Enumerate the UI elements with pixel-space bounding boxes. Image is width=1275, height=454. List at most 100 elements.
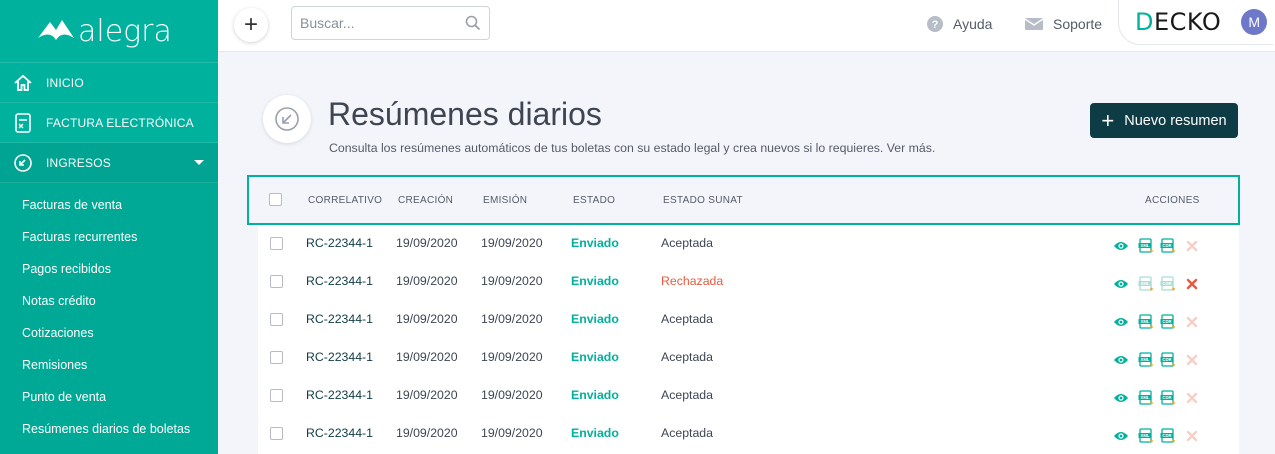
- svg-text:CDR: CDR: [1162, 395, 1172, 400]
- close-icon[interactable]: [1186, 316, 1198, 328]
- col-acciones: ACCIONES: [1145, 195, 1200, 206]
- cell-estado: Enviado: [571, 274, 619, 288]
- cell-estado: Enviado: [571, 426, 619, 440]
- table-row[interactable]: RC-22344-1 19/09/2020 19/09/2020 Enviado Ace…: [258, 420, 1239, 454]
- table-row[interactable]: RC-22344-1 19/09/2020 19/09/2020 Enviado Ace…: [258, 230, 1239, 268]
- sidebar-item-inicio[interactable]: INICIO: [0, 63, 218, 103]
- cell-estado: Enviado: [571, 388, 619, 402]
- alegra-logo-icon: [38, 20, 74, 40]
- close-icon[interactable]: [1186, 278, 1198, 290]
- col-estado-sunat[interactable]: ESTADO SUNAT: [663, 195, 743, 206]
- svg-text:CDR: CDR: [1162, 319, 1172, 324]
- page-icon: [263, 95, 311, 143]
- eye-icon[interactable]: [1113, 316, 1129, 328]
- table-row[interactable]: RC-22344-1 19/09/2020 19/09/2020 Enviado Ace…: [258, 306, 1239, 344]
- page-description: Consulta los resúmenes automáticos de tu…: [329, 141, 936, 155]
- topbar: + ? Ayuda Soporte DECKO M: [218, 0, 1275, 52]
- eye-icon[interactable]: [1113, 278, 1129, 290]
- sidebar-item-label: INICIO: [46, 75, 84, 90]
- xml-icon[interactable]: XML: [1138, 428, 1154, 444]
- sidebar-item-label: FACTURA ELECTRÓNICA: [46, 115, 194, 130]
- col-estado[interactable]: ESTADO: [573, 195, 615, 206]
- row-checkbox[interactable]: [270, 275, 283, 288]
- cell-correlativo[interactable]: RC-22344-1: [306, 388, 373, 402]
- row-checkbox[interactable]: [270, 313, 283, 326]
- home-icon: [12, 72, 34, 94]
- sidebar-item-ingresos[interactable]: INGRESOS: [0, 143, 218, 183]
- cdr-icon[interactable]: CDR: [1160, 428, 1176, 444]
- new-summary-button[interactable]: + Nuevo resumen: [1090, 103, 1238, 138]
- plus-icon: +: [1101, 107, 1115, 133]
- cdr-icon[interactable]: CDR: [1160, 390, 1176, 406]
- select-all-checkbox[interactable]: [269, 193, 282, 206]
- cell-emision: 19/09/2020: [481, 274, 543, 288]
- close-icon[interactable]: [1186, 392, 1198, 404]
- svg-text:XML: XML: [1140, 243, 1149, 248]
- close-icon[interactable]: [1186, 430, 1198, 442]
- row-checkbox[interactable]: [270, 237, 283, 250]
- cdr-icon[interactable]: CDR: [1160, 276, 1176, 292]
- sidebar-subitem-cotizaciones[interactable]: Cotizaciones: [0, 317, 218, 349]
- sidebar-nav: INICIO FACTURA ELECTRÓNICA INGRESOS: [0, 62, 218, 183]
- table-row[interactable]: RC-22344-1 19/09/2020 19/09/2020 Enviado Ace…: [258, 382, 1239, 420]
- row-checkbox[interactable]: [270, 351, 283, 364]
- cdr-icon[interactable]: CDR: [1160, 238, 1176, 254]
- company-switcher[interactable]: DECKO M: [1118, 0, 1273, 45]
- table-row[interactable]: RC-22344-1 19/09/2020 19/09/2020 Enviado Rec…: [258, 268, 1239, 306]
- cell-correlativo[interactable]: RC-22344-1: [306, 350, 373, 364]
- help-link[interactable]: ? Ayuda: [927, 16, 992, 32]
- xml-icon[interactable]: XML: [1138, 314, 1154, 330]
- eye-icon[interactable]: [1113, 240, 1129, 252]
- cell-creacion: 19/09/2020: [396, 350, 458, 364]
- sidebar-subitem-notas-credito[interactable]: Notas crédito: [0, 285, 218, 317]
- row-actions: XML CDR: [1113, 276, 1198, 292]
- cell-correlativo[interactable]: RC-22344-1: [306, 426, 373, 440]
- eye-icon[interactable]: [1113, 354, 1129, 366]
- sidebar-subitem-remisiones[interactable]: Remisiones: [0, 349, 218, 381]
- col-creacion[interactable]: CREACIÓN: [398, 195, 453, 206]
- row-checkbox[interactable]: [270, 389, 283, 402]
- svg-text:CDR: CDR: [1162, 281, 1172, 286]
- row-actions: XML CDR: [1113, 352, 1198, 368]
- cell-sunat: Aceptada: [661, 426, 713, 440]
- xml-icon[interactable]: XML: [1138, 352, 1154, 368]
- svg-text:XML: XML: [1140, 319, 1149, 324]
- table-row[interactable]: RC-22344-1 19/09/2020 19/09/2020 Enviado Ace…: [258, 344, 1239, 382]
- sidebar-item-factura-electronica[interactable]: FACTURA ELECTRÓNICA: [0, 103, 218, 143]
- support-link[interactable]: Soporte: [1025, 16, 1102, 32]
- col-emision[interactable]: EMISIÓN: [483, 195, 527, 206]
- sidebar-subitem-punto-de-venta[interactable]: Punto de venta: [0, 381, 218, 413]
- cdr-icon[interactable]: CDR: [1160, 352, 1176, 368]
- sidebar-subitem-pagos-recibidos[interactable]: Pagos recibidos: [0, 253, 218, 285]
- col-correlativo[interactable]: CORRELATIVO: [308, 195, 382, 206]
- quick-add-button[interactable]: +: [234, 8, 268, 42]
- close-icon[interactable]: [1186, 354, 1198, 366]
- income-icon: [12, 152, 34, 174]
- cell-correlativo[interactable]: RC-22344-1: [306, 236, 373, 250]
- cell-creacion: 19/09/2020: [396, 426, 458, 440]
- search-box: [291, 6, 490, 40]
- xml-icon[interactable]: XML: [1138, 238, 1154, 254]
- eye-icon[interactable]: [1113, 392, 1129, 404]
- logo[interactable]: alegra: [0, 0, 218, 62]
- sidebar-subitem-facturas-de-venta[interactable]: Facturas de venta: [0, 189, 218, 221]
- avatar[interactable]: M: [1241, 9, 1268, 35]
- svg-text:XML: XML: [1140, 281, 1149, 286]
- xml-icon[interactable]: XML: [1138, 276, 1154, 292]
- search-icon[interactable]: [465, 15, 481, 36]
- svg-text:CDR: CDR: [1162, 357, 1172, 362]
- cdr-icon[interactable]: CDR: [1160, 314, 1176, 330]
- cell-sunat: Rechazada: [661, 274, 724, 288]
- eye-icon[interactable]: [1113, 430, 1129, 442]
- xml-icon[interactable]: XML: [1138, 390, 1154, 406]
- search-input[interactable]: [292, 7, 452, 39]
- cell-emision: 19/09/2020: [481, 388, 543, 402]
- sidebar-subitem-facturas-recurrentes[interactable]: Facturas recurrentes: [0, 221, 218, 253]
- row-checkbox[interactable]: [270, 427, 283, 440]
- cell-estado: Enviado: [571, 312, 619, 326]
- sidebar-subitem-resumenes-diarios[interactable]: Resúmenes diarios de boletas: [0, 413, 218, 445]
- cell-estado: Enviado: [571, 236, 619, 250]
- close-icon[interactable]: [1186, 240, 1198, 252]
- cell-correlativo[interactable]: RC-22344-1: [306, 274, 373, 288]
- cell-correlativo[interactable]: RC-22344-1: [306, 312, 373, 326]
